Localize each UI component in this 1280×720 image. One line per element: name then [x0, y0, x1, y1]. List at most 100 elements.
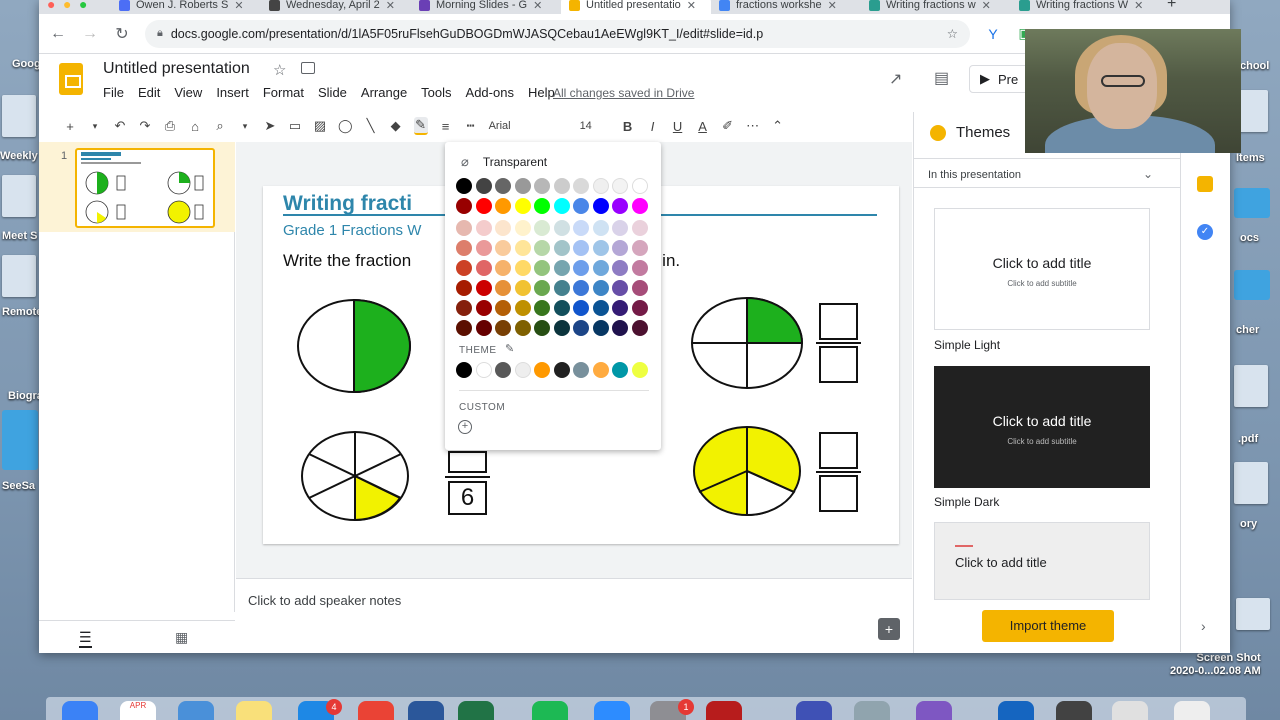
color-swatch[interactable]	[534, 178, 550, 194]
move-to-folder-icon[interactable]	[301, 62, 315, 74]
color-swatch[interactable]	[495, 280, 511, 296]
color-swatch[interactable]	[592, 220, 609, 236]
color-swatch[interactable]	[631, 300, 648, 316]
color-swatch[interactable]	[456, 260, 472, 276]
paint-format-icon[interactable]: ⌂	[188, 119, 202, 134]
color-swatch[interactable]	[592, 280, 609, 296]
browser-tab[interactable]: fractions workshe ✕	[711, 0, 859, 14]
color-swatch[interactable]	[495, 320, 511, 336]
slides-logo-icon[interactable]	[59, 63, 83, 95]
theme-color-swatch[interactable]	[612, 362, 628, 378]
excel-icon[interactable]	[458, 701, 494, 720]
text-color-icon[interactable]: A	[696, 119, 710, 134]
line-icon[interactable]: ╲	[364, 118, 378, 134]
edit-theme-icon[interactable]: ✎	[505, 342, 514, 355]
close-tab-icon[interactable]: ✕	[982, 0, 991, 12]
color-swatch[interactable]	[592, 198, 609, 214]
folder-icon[interactable]	[1234, 188, 1270, 218]
folder-icon[interactable]	[2, 410, 38, 470]
color-swatch[interactable]	[514, 220, 531, 236]
theme-card-simple-dark[interactable]: Click to add title Click to add subtitle	[934, 366, 1150, 488]
italic-icon[interactable]: I	[646, 119, 660, 134]
color-swatch[interactable]	[456, 220, 472, 236]
color-swatch[interactable]	[612, 320, 628, 336]
system-preferences-icon[interactable]: 1	[650, 699, 694, 720]
color-swatch[interactable]	[573, 240, 589, 256]
app-icon[interactable]	[796, 701, 832, 720]
color-swatch[interactable]	[456, 240, 472, 256]
extension-icon[interactable]: Y	[984, 26, 1002, 42]
color-swatch[interactable]	[553, 198, 570, 214]
color-swatch[interactable]	[475, 178, 492, 194]
border-color-icon[interactable]: ✎	[413, 117, 428, 135]
undo-icon[interactable]: ↶	[113, 118, 127, 134]
more-options-icon[interactable]: ⋯	[746, 118, 760, 134]
browser-tab[interactable]: Wednesday, April 2 ✕	[261, 0, 409, 14]
import-theme-button[interactable]: Import theme	[982, 610, 1114, 642]
document-title[interactable]: Untitled presentation	[103, 60, 250, 78]
color-swatch[interactable]	[495, 240, 511, 256]
filmstrip-view-icon[interactable]: ☰	[79, 629, 92, 648]
color-swatch[interactable]	[514, 280, 531, 296]
desktop-file-icon[interactable]	[1234, 462, 1268, 504]
menu-format[interactable]: Format	[263, 85, 311, 100]
color-swatch[interactable]	[573, 320, 589, 336]
color-swatch[interactable]	[456, 300, 472, 316]
color-swatch[interactable]	[534, 260, 550, 276]
select-cursor-icon[interactable]: ➤	[263, 118, 277, 134]
window-minimize-icon[interactable]: ●	[63, 0, 71, 12]
underline-icon[interactable]: U	[671, 119, 685, 134]
color-swatch[interactable]	[456, 320, 472, 336]
color-swatch[interactable]	[514, 178, 531, 194]
color-swatch[interactable]	[495, 220, 511, 236]
zoom-dropdown-icon[interactable]: ▾	[238, 121, 252, 132]
transparent-option[interactable]: ⌀ Transparent	[461, 154, 547, 170]
theme-color-swatch[interactable]	[631, 362, 648, 378]
close-tab-icon[interactable]: ✕	[1134, 0, 1143, 12]
close-tab-icon[interactable]: ✕	[386, 0, 395, 12]
zoom-icon[interactable]: ⌕	[213, 118, 227, 134]
theme-card-streamline[interactable]: Click to add title	[934, 522, 1150, 600]
zoom-app-icon[interactable]	[594, 701, 630, 720]
color-swatch[interactable]	[553, 280, 570, 296]
denominator-value[interactable]: 6	[449, 484, 486, 512]
explore-icon[interactable]: +	[878, 618, 900, 640]
color-swatch[interactable]	[534, 240, 550, 256]
bookmark-star-icon[interactable]: ☆	[947, 26, 958, 41]
finder-icon[interactable]	[62, 701, 98, 720]
color-swatch[interactable]	[631, 260, 648, 276]
close-tab-icon[interactable]: ✕	[687, 0, 696, 12]
theme-color-swatch[interactable]	[553, 362, 570, 378]
color-swatch[interactable]	[631, 240, 648, 256]
screenshot-file-icon[interactable]	[1236, 598, 1270, 630]
tasks-icon[interactable]: ✓	[1197, 224, 1213, 240]
color-swatch[interactable]	[553, 240, 570, 256]
imovie-icon[interactable]	[916, 701, 952, 720]
menu-edit[interactable]: Edit	[138, 85, 167, 100]
text-box-icon[interactable]: ▭	[288, 118, 302, 134]
color-swatch[interactable]	[631, 320, 648, 336]
color-swatch[interactable]	[534, 320, 550, 336]
browser-dock-icon[interactable]	[998, 701, 1034, 720]
folder-icon[interactable]	[1234, 270, 1270, 300]
new-tab-button[interactable]: +	[1167, 0, 1176, 13]
color-swatch[interactable]	[612, 260, 628, 276]
color-swatch[interactable]	[475, 198, 492, 214]
image-icon[interactable]: ▨	[313, 118, 327, 134]
color-swatch[interactable]	[475, 240, 492, 256]
theme-color-swatch[interactable]	[456, 362, 472, 378]
menu-insert[interactable]: Insert	[216, 85, 256, 100]
border-weight-icon[interactable]: ≡	[439, 119, 453, 134]
shape-icon[interactable]: ◯	[338, 118, 353, 134]
color-swatch[interactable]	[475, 260, 492, 276]
color-swatch[interactable]	[495, 260, 511, 276]
highlight-icon[interactable]: ✐	[721, 118, 735, 134]
themes-section-dropdown[interactable]: In this presentation ⌄	[914, 158, 1181, 188]
theme-color-swatch[interactable]	[592, 362, 609, 378]
color-swatch[interactable]	[475, 300, 492, 316]
speaker-notes-placeholder[interactable]: Click to add speaker notes	[248, 593, 401, 608]
font-size-selector[interactable]: 14	[580, 120, 610, 132]
print-icon[interactable]: ⎙	[163, 118, 177, 134]
color-swatch[interactable]	[592, 320, 609, 336]
theme-card-simple-light[interactable]: Click to add title Click to add subtitle	[934, 208, 1150, 330]
